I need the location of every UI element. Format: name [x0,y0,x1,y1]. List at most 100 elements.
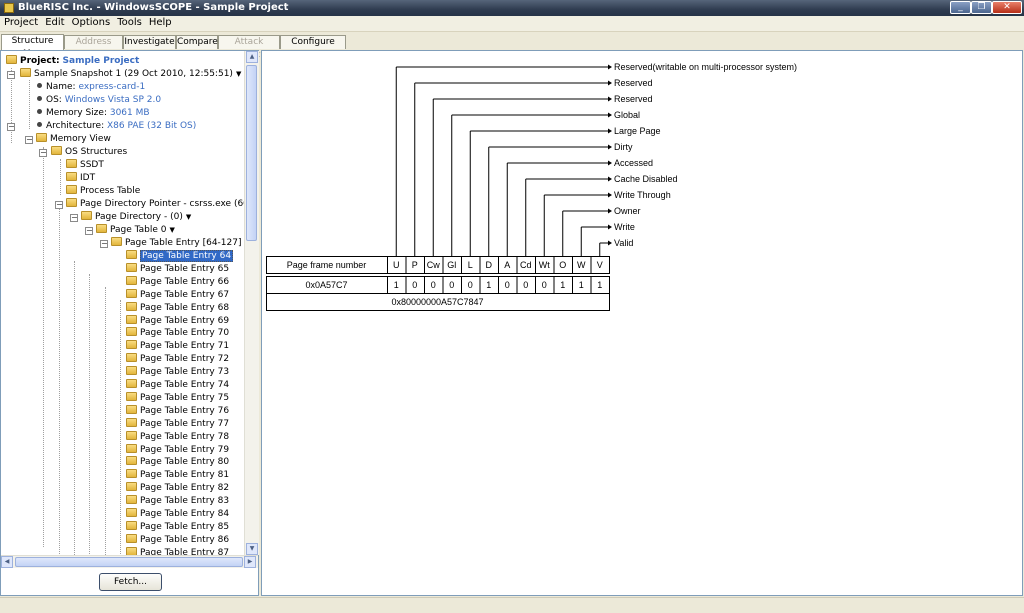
status-bar [0,597,1024,613]
tree-page-directory-node[interactable]: Page Directory - (0) ▼ [81,211,191,224]
tree-prop-memory[interactable]: Memory Size: 3061 MB [37,107,150,120]
expand-toggle[interactable]: − [70,214,78,222]
pte-bit-header: L [468,260,473,270]
pte-bit-name: Reserved [614,94,653,104]
pte-bit-name: Accessed [614,158,653,168]
pte-bit-value: 0 [412,280,417,290]
menu-options[interactable]: Options [68,16,114,28]
menu-edit[interactable]: Edit [41,16,67,28]
tree-pte-entry[interactable]: Page Table Entry 76 [126,404,229,418]
tree-prop-os[interactable]: OS: Windows Vista SP 2.0 [37,94,161,107]
node-label: Page Directory Pointer - csrss.exe (608) [80,199,244,209]
tree-process-table-node[interactable]: Process Table [66,185,140,198]
prop-value: Windows Vista SP 2.0 [64,95,162,105]
chevron-down-icon[interactable]: ▼ [186,213,191,221]
expand-toggle[interactable]: − [85,227,93,235]
tab-compare[interactable]: Compare [176,35,218,49]
structure-tree[interactable]: Project: Sample Project − − Sample Snaps… [1,51,244,555]
tree-idt-node[interactable]: IDT [66,172,95,185]
tree-pte-entry[interactable]: Page Table Entry 80 [126,456,229,469]
chevron-down-icon[interactable]: ▼ [170,226,175,234]
tree-pte-entry[interactable]: Page Table Entry 75 [126,391,229,405]
pte-bit-value: 0 [505,280,510,290]
tree-pte-entry[interactable]: Page Table Entry 85 [126,520,229,534]
title-bar: BlueRISC Inc. - WindowsSCOPE - Sample Pr… [0,0,1024,16]
scroll-right-arrow-icon[interactable]: ▶ [244,556,256,568]
tab-structure-map[interactable]: Structure Map [1,34,64,59]
expand-toggle[interactable]: − [39,149,47,157]
window-title: BlueRISC Inc. - WindowsSCOPE - Sample Pr… [18,2,289,13]
tree-pte-entry[interactable]: Page Table Entry 86 [126,533,229,547]
tree-pte-entry[interactable]: Page Table Entry 68 [126,301,229,315]
expand-toggle[interactable]: − [25,136,33,144]
tree-pte-entry[interactable]: Page Table Entry 81 [126,469,229,482]
tab-attack-detect[interactable]: Attack Detect [218,35,280,60]
tab-investigate[interactable]: Investigate [123,35,176,49]
tab-configure-view[interactable]: Configure View [280,35,346,60]
folder-icon [36,133,47,142]
tree-pte-entry[interactable]: Page Table Entry 82 [126,482,229,495]
pte-frame-header: Page frame number [287,260,367,270]
fetch-button[interactable]: Fetch... [99,573,162,591]
expand-toggle[interactable]: − [100,240,108,248]
tree-pte-entry[interactable]: Page Table Entry 83 [126,495,229,508]
tree-pte-entry[interactable]: Page Table Entry 79 [126,443,229,457]
scroll-up-arrow-icon[interactable]: ▲ [246,51,258,63]
tree-pte-entry[interactable]: Page Table Entry 65 [126,262,229,276]
expand-toggle[interactable]: − [55,201,63,209]
chevron-down-icon[interactable]: ▼ [236,70,241,78]
minimize-button[interactable]: _ [950,1,971,14]
expand-toggle[interactable]: − [7,71,15,79]
tree-os-structures-node[interactable]: OS Structures [51,146,127,159]
tree-pte-entry[interactable]: Page Table Entry 84 [126,508,229,521]
pte-bit-header: A [504,260,510,270]
tree-prop-name[interactable]: Name: express-card-1 [37,81,145,94]
tab-address-map[interactable]: Address Map [64,35,123,60]
tree-prop-arch[interactable]: Architecture: X86 PAE (32 Bit OS) [37,120,196,133]
tree-pte-entry[interactable]: Page Table Entry 74 [126,379,229,392]
pte-bit-value: 0 [542,280,547,290]
tree-page-table-node[interactable]: Page Table 0 ▼ [96,224,175,237]
tree-snapshot-node[interactable]: Sample Snapshot 1 (29 Oct 2010, 12:55:51… [20,68,241,81]
pte-bit-name: Large Page [614,126,661,136]
expand-toggle[interactable]: − [7,123,15,131]
tree-pte-entry[interactable]: Page Table Entry 78 [126,430,229,444]
menu-project[interactable]: Project [0,16,41,28]
scroll-down-arrow-icon[interactable]: ▼ [246,543,258,555]
folder-icon [126,314,137,324]
arrow-icon [608,128,612,134]
maximize-button[interactable]: ❐ [971,1,992,14]
tree-pte-entry[interactable]: Page Table Entry 73 [126,366,229,379]
tree-pte-entry[interactable]: Page Table Entry 71 [126,340,229,353]
pte-bit-header: W [577,260,586,270]
pte-bit-value: 0 [468,280,473,290]
node-label: Page Table Entry 64 [140,250,234,262]
tree-pte-entry[interactable]: Page Table Entry 66 [126,275,229,289]
pte-bit-header: V [597,260,603,270]
structure-tree-panel: Project: Sample Project − − Sample Snaps… [0,50,259,596]
close-button[interactable]: ✕ [992,1,1022,14]
scroll-thumb[interactable] [15,557,243,567]
node-label: Page Table Entry [64-127] [125,238,242,248]
tree-pte-entry[interactable]: Page Table Entry 64 [126,250,234,263]
tree-pte-entry[interactable]: Page Table Entry 77 [126,417,229,431]
tree-memory-view-node[interactable]: Memory View [36,133,111,146]
tree-pte-entry[interactable]: Page Table Entry 67 [126,288,229,302]
scroll-left-arrow-icon[interactable]: ◀ [1,556,13,568]
menu-tools[interactable]: Tools [113,16,145,28]
folder-icon [126,327,137,337]
tree-pdp-node[interactable]: Page Directory Pointer - csrss.exe (608)… [66,198,244,211]
menu-help[interactable]: Help [145,16,175,28]
scroll-thumb[interactable] [246,65,257,241]
tree-horizontal-scrollbar[interactable]: ◀ ▶ [1,555,258,568]
tree-vertical-scrollbar[interactable]: ▲ ▼ [244,51,259,555]
arrow-icon [608,144,612,150]
tree-pte-range-node[interactable]: Page Table Entry [64-127]▼ [111,237,244,250]
tree-ssdt-node[interactable]: SSDT [66,159,104,172]
tree-pte-entry[interactable]: Page Table Entry 72 [126,353,229,366]
tree-pte-entry[interactable]: Page Table Entry 69 [126,314,229,328]
tree-pte-entry[interactable]: Page Table Entry 87 [126,546,229,555]
folder-icon [126,495,137,505]
tree-project-node[interactable]: Project: Sample Project [6,55,139,68]
tree-pte-entry[interactable]: Page Table Entry 70 [126,327,229,340]
